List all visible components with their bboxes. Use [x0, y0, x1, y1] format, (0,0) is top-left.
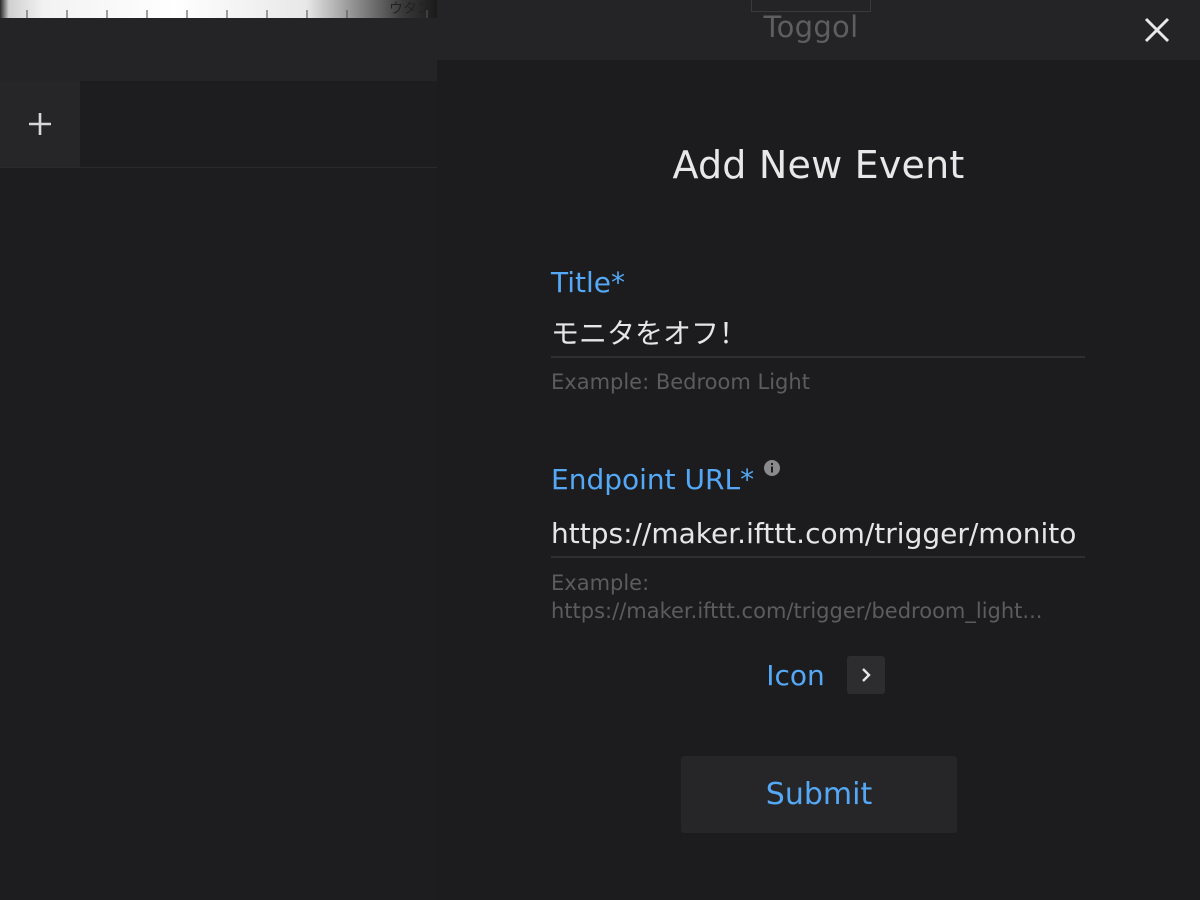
app-title: Toggol — [763, 10, 859, 44]
title-input[interactable] — [551, 312, 1085, 358]
title-field: Title* Example: Bedroom Light — [551, 266, 1085, 396]
title-field-label: Title* — [551, 266, 626, 299]
dialog-title: Add New Event — [672, 143, 965, 187]
background-toolbar — [0, 81, 437, 168]
endpoint-url-field-label: Endpoint URL* — [551, 460, 1085, 497]
app-title-container: Toggol — [751, 0, 871, 50]
icon-picker-label[interactable]: Icon — [766, 659, 825, 692]
endpoint-url-input[interactable] — [551, 512, 1085, 558]
background-app-pane: ウタン — [0, 0, 437, 900]
background-topbar — [0, 18, 437, 81]
icon-picker: Icon — [437, 655, 1200, 695]
title-hint: Example: Bedroom Light — [551, 370, 810, 394]
add-event-panel: Toggol Add New Event Title* Example: Bed… — [437, 0, 1200, 900]
submit-button[interactable]: Submit — [681, 756, 957, 833]
plus-icon — [29, 113, 51, 135]
icon-picker-button[interactable] — [846, 656, 885, 694]
close-button[interactable] — [1137, 10, 1177, 50]
endpoint-url-hint: Example: https://maker.ifttt.com/trigger… — [551, 571, 1043, 623]
panel-header: Toggol — [437, 0, 1200, 60]
close-icon — [1144, 17, 1170, 43]
endpoint-url-field: Endpoint URL* Example: https://maker.ift… — [551, 460, 1085, 625]
chevron-right-icon — [861, 668, 871, 682]
background-image-strip: ウタン — [0, 0, 437, 18]
app-window: ウタン Toggol Add New Event Title* モニタをオフ！ … — [0, 0, 1200, 900]
info-icon[interactable] — [763, 459, 781, 477]
strip-text: ウタン — [389, 1, 431, 17]
add-tab-button[interactable] — [0, 81, 80, 167]
